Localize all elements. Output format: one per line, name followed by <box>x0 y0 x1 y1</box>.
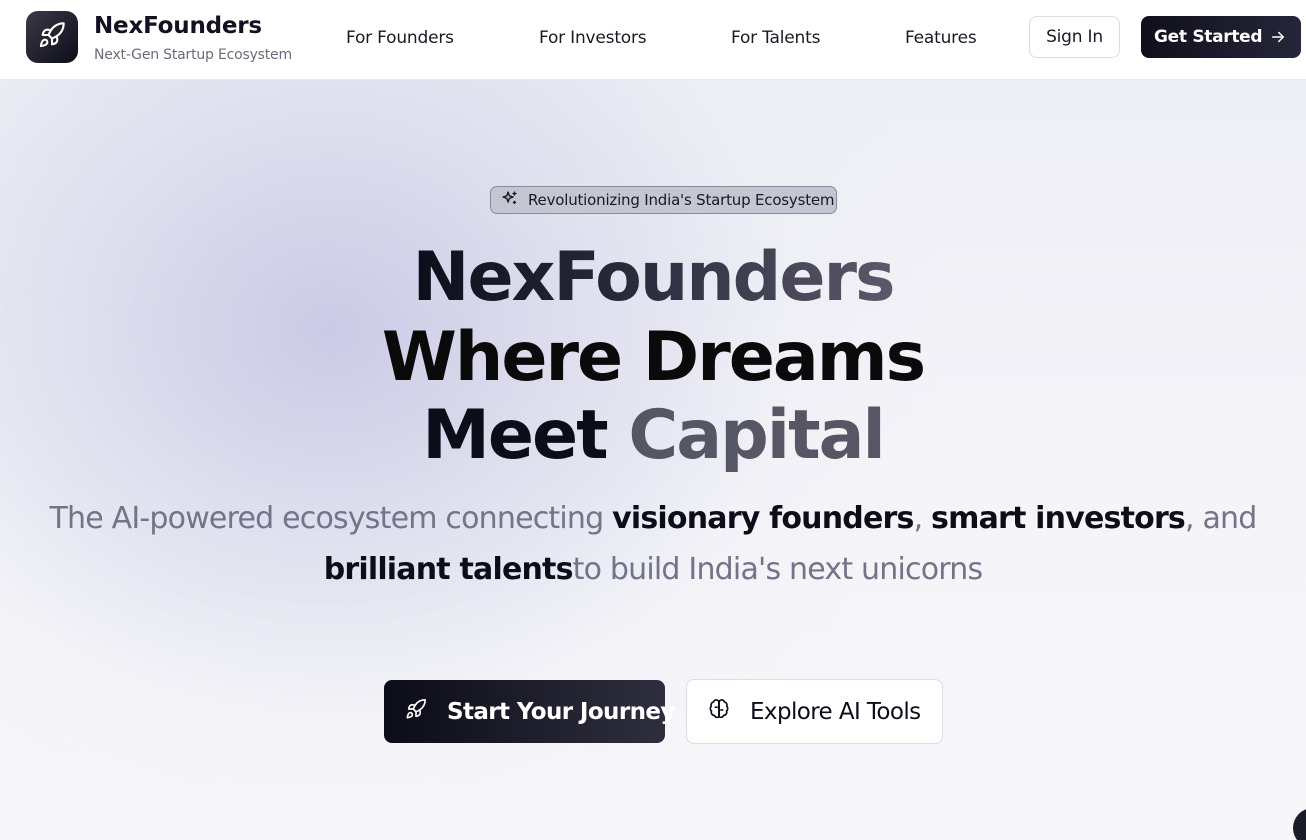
rocket-icon <box>405 698 427 726</box>
rocket-icon <box>38 21 66 53</box>
arrow-right-icon <box>1269 28 1287 51</box>
get-started-button[interactable]: Get Started <box>1141 16 1301 58</box>
brain-icon <box>708 698 730 726</box>
headline-meet: Meet <box>422 396 608 475</box>
subtitle-text-3: , and <box>1185 501 1257 536</box>
explore-ai-tools-button[interactable]: Explore AI Tools <box>686 679 943 744</box>
logo[interactable] <box>26 11 78 63</box>
nav-for-talents[interactable]: For Talents <box>731 28 820 48</box>
get-started-label: Get Started <box>1154 27 1263 47</box>
start-journey-label: Start Your Journey <box>447 698 675 725</box>
headline-line-2: Where Dreams <box>381 318 926 397</box>
nav-for-founders[interactable]: For Founders <box>346 28 454 48</box>
subtitle-talents: brilliant talents <box>323 552 574 587</box>
top-navbar: NexFounders Next-Gen Startup Ecosystem F… <box>0 0 1306 80</box>
headline-line-1: NexFounders <box>0 244 1306 312</box>
start-journey-button[interactable]: Start Your Journey <box>384 680 675 743</box>
subtitle-founders: visionary founders <box>612 501 914 536</box>
subtitle-investors: smart investors <box>931 501 1186 536</box>
subtitle-text-1: The AI-powered ecosystem connecting <box>49 501 613 536</box>
hero-subtitle-line-1: The AI-powered ecosystem connecting visi… <box>0 501 1306 536</box>
sign-in-label: Sign In <box>1046 27 1103 47</box>
hero-subtitle-line-2: brilliant talentsto build India's next u… <box>0 552 1306 587</box>
brand-tagline: Next-Gen Startup Ecosystem <box>94 47 292 63</box>
brand-name[interactable]: NexFounders <box>94 13 262 39</box>
subtitle-text-4: to build India's next unicorns <box>572 552 983 587</box>
sparkles-icon <box>501 190 518 211</box>
explore-ai-tools-label: Explore AI Tools <box>750 698 921 725</box>
sign-in-button[interactable]: Sign In <box>1029 16 1120 58</box>
headline-line-3: Meet Capital <box>0 402 1306 470</box>
headline-capital: Capital <box>628 396 885 475</box>
badge-text: Revolutionizing India's Startup Ecosyste… <box>528 191 835 209</box>
nav-for-investors[interactable]: For Investors <box>539 28 647 48</box>
subtitle-text-2: , <box>913 501 932 536</box>
nav-features[interactable]: Features <box>905 28 977 48</box>
headline-brand: NexFounders <box>412 238 896 317</box>
hero-badge: Revolutionizing India's Startup Ecosyste… <box>490 186 837 214</box>
